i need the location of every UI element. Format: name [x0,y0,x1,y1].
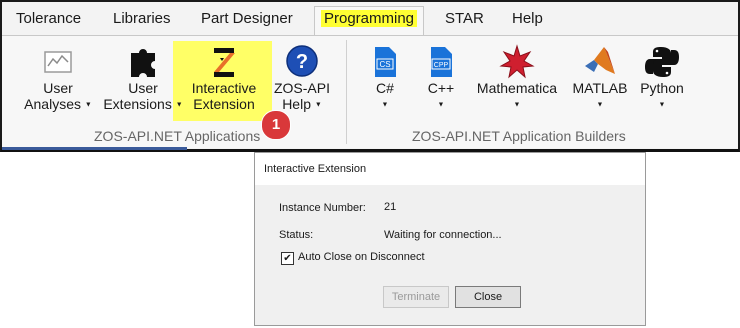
mathematica-label: Mathematica [476,80,558,96]
user-analyses-button[interactable]: User Analyses ▼ [22,44,94,113]
interactive-extension-line2: Extension [193,96,255,112]
csharp-button[interactable]: CS C# ▼ [362,44,408,113]
user-extensions-button[interactable]: User Extensions ▼ [100,44,186,113]
tab-star[interactable]: STAR [445,10,484,27]
group-separator [346,40,347,144]
cpp-label: C++ [427,80,455,96]
python-label: Python [640,80,684,96]
user-analyses-line1: User [43,80,73,96]
auto-close-checkbox[interactable]: ✔ [281,252,294,265]
group-label-application-builders: ZOS-API.NET Application Builders [412,128,626,144]
user-extensions-line1: User [128,80,158,96]
ribbon-tab-bar: Tolerance Libraries Part Designer Progra… [2,2,738,37]
cpp-icon-text: CPP [434,62,449,69]
dialog-title-bar: Interactive Extension [255,153,645,185]
chevron-down-icon: ▼ [658,101,666,109]
terminate-button[interactable]: Terminate [383,286,449,308]
chevron-down-icon: ▼ [381,101,389,109]
status-label: Status: [279,229,314,241]
interactive-extension-button[interactable]: Interactive Extension [184,44,264,112]
zos-api-help-line1: ZOS-API [273,80,330,96]
zos-api-help-button[interactable]: ? ZOS-API Help ▼ [270,44,334,113]
csharp-file-icon: CS [375,47,396,77]
chart-icon [44,51,72,73]
interactive-extension-line1: Interactive [191,80,257,96]
mathematica-button[interactable]: Mathematica ▼ [470,44,564,113]
chevron-down-icon: ▼ [596,101,604,109]
interactive-extension-icon [214,48,235,77]
status-value: Waiting for connection... [384,229,502,241]
cpp-button[interactable]: CPP C++ ▼ [418,44,464,113]
tab-libraries[interactable]: Libraries [113,10,171,27]
help-icon: ? [286,45,318,77]
tab-help[interactable]: Help [512,10,543,27]
matlab-icon [585,47,615,74]
chevron-down-icon: ▼ [513,101,521,109]
svg-text:?: ? [296,51,308,73]
close-button[interactable]: Close [455,286,521,308]
tab-part-designer[interactable]: Part Designer [201,10,293,27]
csharp-label: C# [376,80,394,96]
chevron-down-icon: ▼ [84,101,92,109]
instance-number-value: 21 [384,201,397,213]
tab-programming[interactable]: Programming [314,6,424,37]
group-label-applications: ZOS-API.NET Applications [94,128,261,144]
python-button[interactable]: Python ▼ [634,44,690,113]
matlab-label: MATLAB [572,80,628,96]
tab-programming-label: Programming [321,10,418,27]
cpp-file-icon: CPP [431,47,452,77]
mathematica-icon [499,44,535,79]
ribbon-indicator-bar [2,147,187,150]
ribbon: Tolerance Libraries Part Designer Progra… [0,0,740,152]
python-icon [645,47,679,77]
chevron-down-icon: ▼ [314,101,322,109]
puzzle-icon [131,49,155,77]
zos-api-help-line2: Help [282,96,311,112]
tab-tolerance[interactable]: Tolerance [16,10,81,27]
user-extensions-line2: Extensions [103,96,172,112]
instance-number-label: Instance Number: [279,202,366,214]
csharp-icon-text: CS [379,60,390,69]
interactive-extension-dialog: Interactive Extension Instance Number: 2… [254,152,646,326]
auto-close-label[interactable]: Auto Close on Disconnect [298,251,425,263]
chevron-down-icon: ▼ [175,101,183,109]
matlab-button[interactable]: MATLAB ▼ [568,44,632,113]
dialog-title: Interactive Extension [264,163,367,175]
ribbon-panel: User Analyses ▼ User Extensions ▼ Intera… [2,35,738,148]
chevron-down-icon: ▼ [437,101,445,109]
user-analyses-line2: Analyses [24,96,81,112]
callout-badge: 1 [261,110,291,140]
